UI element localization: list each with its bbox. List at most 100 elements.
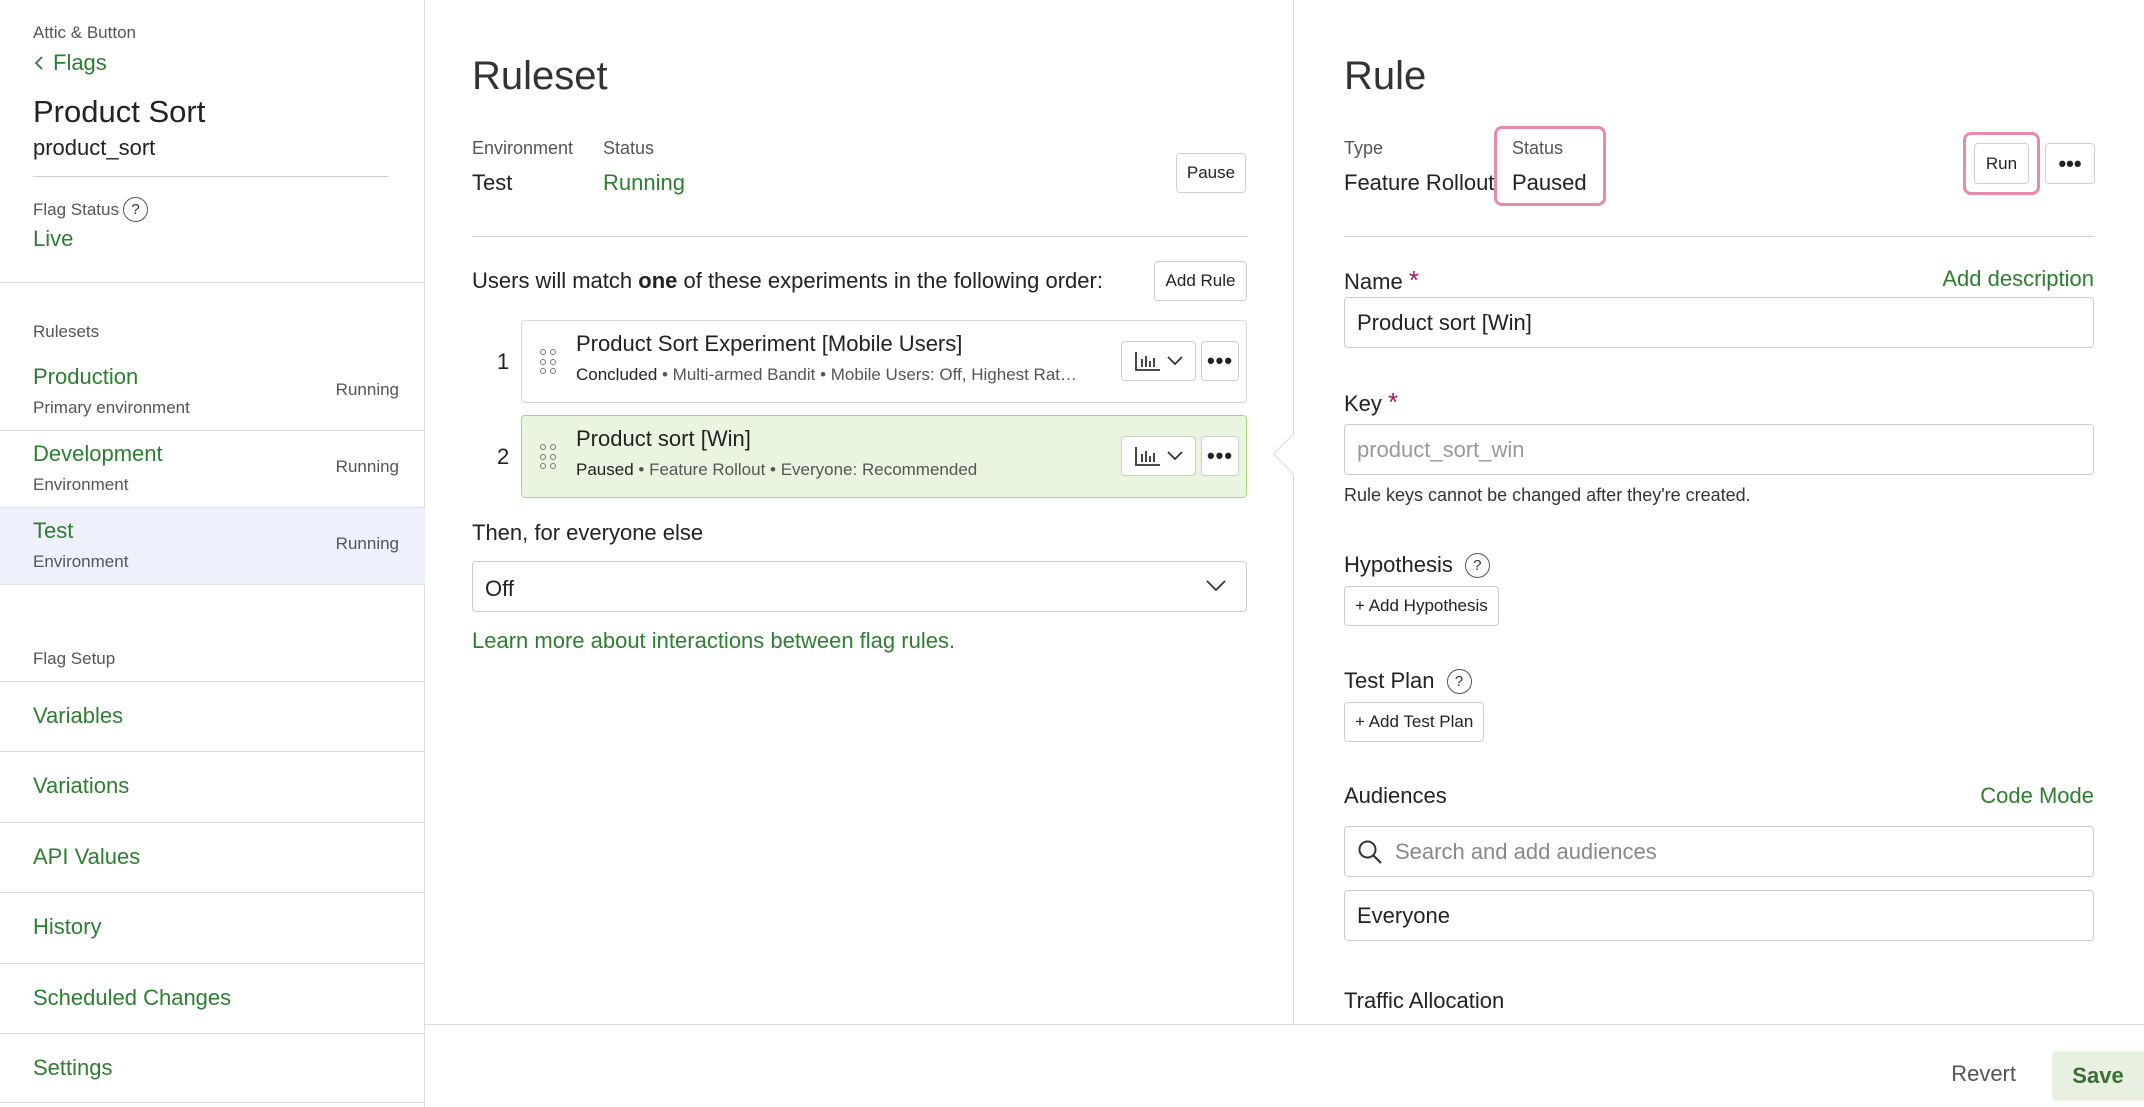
nav-label: History	[33, 914, 102, 939]
search-icon	[1358, 840, 1382, 864]
nav-item-history[interactable]: History	[0, 892, 425, 962]
back-to-flags-link[interactable]: Flags	[33, 50, 107, 76]
chevron-down-icon	[1206, 580, 1226, 592]
nav-item-settings[interactable]: Settings	[0, 1033, 425, 1103]
fallback-value: Off	[485, 576, 514, 601]
status-label: Status	[1512, 138, 1564, 158]
nav-item-scheduled-changes[interactable]: Scheduled Changes	[0, 963, 425, 1033]
fallback-label: Then, for everyone else	[472, 520, 704, 545]
rule-card-2[interactable]: Product sort [Win] Paused • Feature Roll…	[521, 415, 1247, 498]
ruleset-item-test[interactable]: Test Environment Running	[0, 508, 425, 585]
status-label: Status	[603, 138, 655, 158]
rule-title: Product Sort Experiment [Mobile Users]	[576, 331, 963, 356]
drag-handle-icon[interactable]	[540, 349, 556, 375]
flag-status-value: Live	[33, 226, 74, 251]
rule-number: 1	[497, 349, 510, 374]
chevron-down-icon	[1166, 356, 1183, 366]
traffic-allocation-label: Traffic Allocation	[1344, 988, 1505, 1013]
rule-state: Paused	[576, 460, 634, 479]
rule-details: • Feature Rollout • Everyone: Recommende…	[633, 460, 978, 479]
order-instruction: Users will match one of these experiment…	[472, 268, 1103, 294]
fallback-variation-select[interactable]: Off	[472, 561, 1247, 612]
order-prefix: Users will match	[472, 268, 639, 293]
name-label-text: Name	[1344, 269, 1403, 294]
rule-title: Product sort [Win]	[576, 426, 751, 451]
rule-panel: Rule Type Feature Rollout Status Paused …	[1294, 0, 2144, 1024]
ruleset-desc: Environment	[33, 552, 129, 571]
add-description-link[interactable]: Add description	[1942, 266, 2094, 292]
run-button[interactable]: Run	[1974, 143, 2029, 184]
ruleset-item-production[interactable]: Production Primary environment Running	[0, 354, 425, 431]
help-icon[interactable]: ?	[1446, 668, 1472, 694]
rule-details: • Multi-armed Bandit • Mobile Users: Off…	[657, 365, 1078, 384]
environment-value: Test	[472, 170, 513, 195]
required-mark: *	[1408, 265, 1419, 295]
ruleset-status: Running	[335, 380, 399, 399]
rule-name-input[interactable]: Product sort [Win]	[1344, 297, 2094, 348]
ruleset-panel: Ruleset Environment Test Status Running …	[425, 0, 1316, 1024]
ruleset-status-value: Running	[603, 170, 685, 195]
order-bold: one	[638, 268, 678, 293]
divider	[33, 176, 388, 177]
environment-label: Environment	[472, 138, 574, 158]
add-hypothesis-button[interactable]: + Add Hypothesis	[1344, 586, 1499, 626]
ruleset-desc: Environment	[33, 475, 129, 494]
nav-item-variables[interactable]: Variables	[0, 681, 425, 751]
nav-label: Variables	[33, 703, 124, 728]
audience-search-input[interactable]	[1395, 838, 2075, 865]
ruleset-status: Running	[335, 534, 399, 553]
divider	[1344, 236, 2094, 237]
sidebar: Attic & Button Flags Product Sort produc…	[0, 0, 425, 1107]
required-mark: *	[1388, 387, 1399, 417]
add-rule-button[interactable]: Add Rule	[1154, 261, 1247, 301]
ruleset-status: Running	[335, 457, 399, 476]
hypothesis-label-text: Hypothesis	[1344, 552, 1453, 577]
more-options-icon[interactable]: •••	[2045, 143, 2095, 184]
more-options-icon[interactable]: •••	[1201, 341, 1239, 381]
revert-button[interactable]: Revert	[1951, 1061, 2016, 1087]
ruleset-title: Ruleset	[472, 54, 608, 98]
save-button[interactable]: Save	[2052, 1051, 2144, 1101]
rule-subtitle: Paused • Feature Rollout • Everyone: Rec…	[576, 460, 1106, 480]
test-plan-label-text: Test Plan	[1344, 668, 1435, 693]
audiences-label: Audiences	[1344, 783, 1447, 808]
audience-search[interactable]	[1344, 826, 2094, 877]
test-plan-label: Test Plan?	[1344, 668, 1472, 694]
chevron-down-icon	[1166, 451, 1183, 461]
order-suffix: of these experiments in the following or…	[677, 268, 1103, 293]
bar-chart-icon	[1134, 447, 1160, 466]
rule-key-input[interactable]: product_sort_win	[1344, 424, 2094, 475]
code-mode-link[interactable]: Code Mode	[1980, 783, 2094, 809]
drag-handle-icon[interactable]	[540, 444, 556, 470]
key-label: Key *	[1344, 387, 1398, 418]
add-test-plan-button[interactable]: + Add Test Plan	[1344, 702, 1485, 742]
divider	[472, 236, 1247, 237]
back-label: Flags	[53, 50, 107, 75]
selected-audience[interactable]: Everyone	[1344, 890, 2094, 941]
results-dropdown-button[interactable]	[1121, 436, 1196, 476]
learn-more-link[interactable]: Learn more about interactions between fl…	[472, 628, 955, 654]
type-value: Feature Rollout	[1344, 170, 1495, 195]
flag-setup-label: Flag Setup	[33, 649, 116, 668]
more-options-icon[interactable]: •••	[1201, 436, 1239, 476]
ruleset-desc: Primary environment	[33, 398, 190, 417]
nav-item-api-values[interactable]: API Values	[0, 822, 425, 892]
help-icon[interactable]: ?	[123, 197, 148, 222]
ruleset-item-development[interactable]: Development Environment Running	[0, 431, 425, 508]
pause-button[interactable]: Pause	[1176, 153, 1246, 193]
nav-label: Settings	[33, 1055, 113, 1080]
nav-item-variations[interactable]: Variations	[0, 751, 425, 821]
type-label: Type	[1344, 138, 1384, 158]
rule-number: 2	[497, 444, 510, 469]
nav-label: Scheduled Changes	[33, 985, 232, 1010]
results-dropdown-button[interactable]	[1121, 341, 1196, 381]
key-label-text: Key	[1344, 391, 1382, 416]
rulesets-label: Rulesets	[33, 322, 100, 341]
org-name: Attic & Button	[33, 23, 136, 42]
rule-card-1[interactable]: Product Sort Experiment [Mobile Users] C…	[521, 320, 1247, 403]
flag-title: Product Sort	[33, 94, 206, 129]
footer-bar: Revert Save	[425, 1024, 2144, 1107]
nav-label: API Values	[33, 844, 141, 869]
key-hint: Rule keys cannot be changed after they'r…	[1344, 485, 1751, 505]
help-icon[interactable]: ?	[1464, 552, 1490, 578]
